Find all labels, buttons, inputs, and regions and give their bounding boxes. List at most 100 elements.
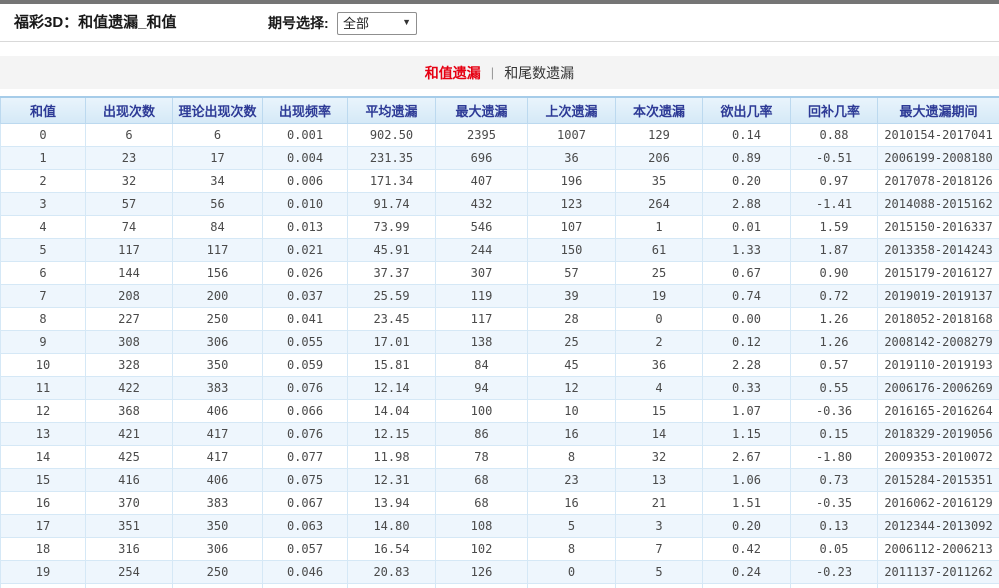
table-cell: 91.74 — [348, 192, 436, 215]
table-cell: 19 — [616, 284, 703, 307]
table-cell: 19 — [1, 560, 86, 583]
table-cell: 5 — [528, 514, 616, 537]
table-cell: 144 — [86, 261, 173, 284]
table-cell: 307 — [436, 261, 528, 284]
table-cell: 2018052-2018168 — [878, 307, 999, 330]
table-cell: 45 — [528, 353, 616, 376]
table-cell — [616, 583, 703, 588]
table-cell: 2016062-2016129 — [878, 491, 999, 514]
table-cell: 1.15 — [703, 422, 791, 445]
period-select-label: 期号选择: — [268, 4, 329, 42]
table-cell: 406 — [173, 399, 263, 422]
tab-hezhi-yilou[interactable]: 和值遗漏 — [425, 63, 481, 83]
table-cell: 0.067 — [263, 491, 348, 514]
table-cell: 2015284-2015351 — [878, 468, 999, 491]
table-cell: 37.37 — [348, 261, 436, 284]
tab-bar: 和值遗漏 | 和尾数遗漏 — [0, 56, 999, 89]
table-cell: 227 — [86, 307, 173, 330]
table-cell: 150 — [528, 238, 616, 261]
table-cell: 123 — [528, 192, 616, 215]
table-cell: 208 — [86, 284, 173, 307]
table-cell: 32 — [86, 169, 173, 192]
column-header-appear-count: 出现次数 — [86, 97, 173, 123]
table-cell: 5 — [1, 238, 86, 261]
table-cell: 351 — [86, 514, 173, 537]
table-cell: 56 — [173, 192, 263, 215]
table-cell: 16 — [528, 491, 616, 514]
table-cell: 156 — [173, 261, 263, 284]
table-cell: 1.59 — [791, 215, 878, 238]
table-cell: 2015179-2016127 — [878, 261, 999, 284]
table-cell: 20.83 — [348, 560, 436, 583]
table-cell: 383 — [173, 491, 263, 514]
table-cell: 17 — [1, 514, 86, 537]
table-row: 474840.01373.9954610710.011.592015150-20… — [1, 215, 999, 238]
table-cell: 74 — [86, 215, 173, 238]
table-cell: 25 — [528, 330, 616, 353]
column-header-max-omission-period: 最大遗漏期间 — [878, 97, 999, 123]
table-row: 82272500.04123.451172800.001.262018052-2… — [1, 307, 999, 330]
table-cell: 2015150-2016337 — [878, 215, 999, 238]
table-cell: 0.006 — [263, 169, 348, 192]
column-header-rebound-prob: 回补几率 — [791, 97, 878, 123]
table-cell: 107 — [528, 215, 616, 238]
table-cell: 117 — [86, 238, 173, 261]
table-row: 154164060.07512.316823131.060.732015284-… — [1, 468, 999, 491]
table-cell: 0.055 — [263, 330, 348, 353]
table-cell: 15 — [1, 468, 86, 491]
table-cell: -1.80 — [791, 445, 878, 468]
period-select[interactable]: 全部 — [337, 12, 417, 35]
table-cell: 23.45 — [348, 307, 436, 330]
table-cell: 0.013 — [263, 215, 348, 238]
table-cell: -1.41 — [791, 192, 878, 215]
table-cell: 902.50 — [348, 123, 436, 146]
table-cell: 0.24 — [703, 560, 791, 583]
table-cell: 2.28 — [703, 353, 791, 376]
table-cell: 2016165-2016264 — [878, 399, 999, 422]
table-cell: 15.81 — [348, 353, 436, 376]
table-cell: 1.06 — [703, 468, 791, 491]
table-cell: 84 — [436, 353, 528, 376]
table-cell: 2006112-2006213 — [878, 537, 999, 560]
table-header-row: 和值 出现次数 理论出现次数 出现频率 平均遗漏 最大遗漏 上次遗漏 本次遗漏 … — [1, 97, 999, 123]
tab-separator: | — [491, 65, 494, 80]
table-row: 72082000.03725.5911939190.740.722019019-… — [1, 284, 999, 307]
tab-heweishu-yilou[interactable]: 和尾数遗漏 — [504, 63, 574, 83]
table-row: 0660.001902.50239510071290.140.882010154… — [1, 123, 999, 146]
table-cell: 5 — [616, 560, 703, 583]
table-cell: 2014088-2015162 — [878, 192, 999, 215]
table-cell: 368 — [86, 399, 173, 422]
table-cell: -0.51 — [791, 146, 878, 169]
table-cell: 0.021 — [263, 238, 348, 261]
table-cell: 2012344-2013092 — [878, 514, 999, 537]
table-cell: 102 — [436, 537, 528, 560]
table-cell: 18 — [1, 537, 86, 560]
table-cell: 12.31 — [348, 468, 436, 491]
table-cell: -0.36 — [791, 399, 878, 422]
table-row: 103283500.05915.818445362.280.572019110-… — [1, 353, 999, 376]
column-header-last-omission: 上次遗漏 — [528, 97, 616, 123]
table-cell: 0.075 — [263, 468, 348, 491]
table-cell: 1007 — [528, 123, 616, 146]
table-cell: 86 — [436, 422, 528, 445]
table-cell: 370 — [86, 491, 173, 514]
table-cell: 6 — [86, 123, 173, 146]
table-cell: 250 — [173, 560, 263, 583]
table-cell: 16.54 — [348, 537, 436, 560]
table-cell: 0.00 — [703, 307, 791, 330]
table-row — [1, 583, 999, 588]
table-cell: 10 — [1, 353, 86, 376]
table-cell: 61 — [616, 238, 703, 261]
table-cell: 3 — [616, 514, 703, 537]
table-cell: 2010154-2017041 — [878, 123, 999, 146]
table-cell: 200 — [173, 284, 263, 307]
table-cell: 0.55 — [791, 376, 878, 399]
table-cell: 84 — [173, 215, 263, 238]
table-cell: 119 — [436, 284, 528, 307]
table-cell: 231.35 — [348, 146, 436, 169]
table-cell: 316 — [86, 537, 173, 560]
column-header-current-omission: 本次遗漏 — [616, 97, 703, 123]
table-cell: 696 — [436, 146, 528, 169]
table-cell: 2.67 — [703, 445, 791, 468]
table-cell: 1.07 — [703, 399, 791, 422]
